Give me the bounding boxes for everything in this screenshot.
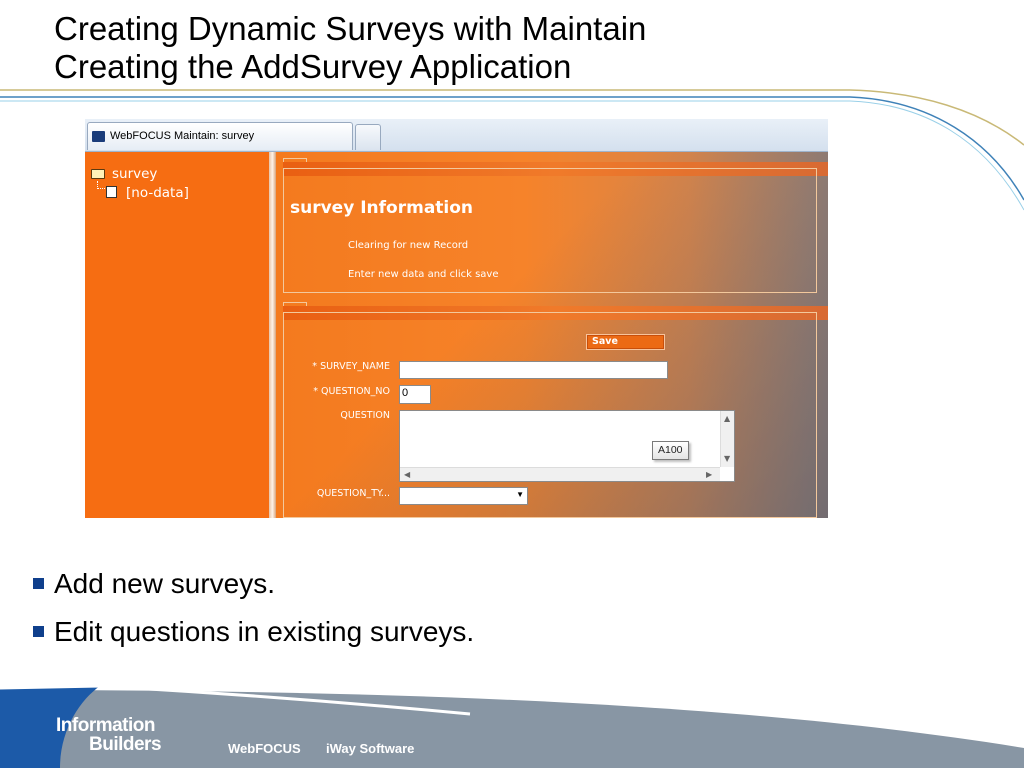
tree-item-no-data[interactable]: [no-data] (126, 185, 189, 201)
scroll-down-icon[interactable]: ▼ (724, 455, 730, 463)
panel-splitter[interactable] (269, 152, 276, 518)
logo-line-2: Builders (89, 734, 162, 755)
document-icon (106, 186, 117, 198)
square-bullet-icon (33, 626, 44, 637)
slide-title-line1: Creating Dynamic Surveys with Maintain (54, 10, 647, 47)
chevron-down-icon: ▼ (516, 490, 524, 499)
slide-title-line2: Creating the AddSurvey Application (54, 48, 572, 85)
field-format-tooltip: A100 (652, 441, 689, 460)
question-no-input[interactable]: 0 (399, 385, 431, 404)
bullet-text: Edit questions in existing surveys. (54, 616, 475, 647)
browser-tab[interactable]: WebFOCUS Maintain: survey (87, 122, 353, 150)
survey-name-label: * SURVEY_NAME (312, 361, 390, 372)
tree-connector (97, 181, 105, 189)
tree-item-survey[interactable]: survey (112, 166, 157, 182)
info-message-2: Enter new data and click save (348, 269, 499, 280)
scroll-up-icon[interactable]: ▲ (724, 415, 730, 423)
logo-line-1: Information (56, 715, 156, 736)
scroll-left-icon[interactable]: ◀ (404, 471, 410, 479)
question-type-select[interactable]: ▼ (399, 487, 528, 505)
question-textarea[interactable]: ▲ ▼ ◀ ▶ A100 (399, 410, 735, 482)
bullet-list: Add new surveys. Edit questions in exist… (33, 560, 474, 656)
footer-webfocus: WebFOCUS (228, 741, 301, 756)
browser-tab-bar: WebFOCUS Maintain: survey (85, 119, 828, 152)
info-title: survey Information (290, 198, 474, 218)
info-message-1: Clearing for new Record (348, 240, 469, 251)
horizontal-scrollbar[interactable]: ◀ ▶ (400, 467, 720, 481)
new-tab-button[interactable] (355, 124, 381, 150)
question-type-label: QUESTION_TY... (316, 488, 390, 499)
survey-name-input[interactable] (399, 361, 668, 379)
vertical-scrollbar[interactable]: ▲ ▼ (720, 411, 734, 467)
bullet-text: Add new surveys. (54, 568, 275, 599)
question-label: QUESTION (340, 410, 390, 421)
webfocus-icon (92, 131, 105, 142)
question-no-label: * QUESTION_NO (313, 386, 390, 397)
scroll-right-icon[interactable]: ▶ (706, 471, 712, 479)
information-builders-logo: Information Builders (56, 715, 162, 755)
main-panel: survey Information Clearing for new Reco… (276, 152, 828, 518)
footer-iway-software: iWay Software (326, 741, 415, 756)
bullet-item: Edit questions in existing surveys. (33, 608, 474, 656)
folder-icon (91, 169, 105, 179)
browser-tab-title: WebFOCUS Maintain: survey (110, 130, 255, 142)
app-screenshot: WebFOCUS Maintain: survey survey [no-dat… (85, 119, 828, 518)
bullet-item: Add new surveys. (33, 560, 474, 608)
tree-panel: survey [no-data] (85, 152, 269, 518)
slide-title: Creating Dynamic Surveys with Maintain C… (54, 10, 646, 86)
save-button[interactable]: Save (586, 334, 665, 350)
square-bullet-icon (33, 578, 44, 589)
